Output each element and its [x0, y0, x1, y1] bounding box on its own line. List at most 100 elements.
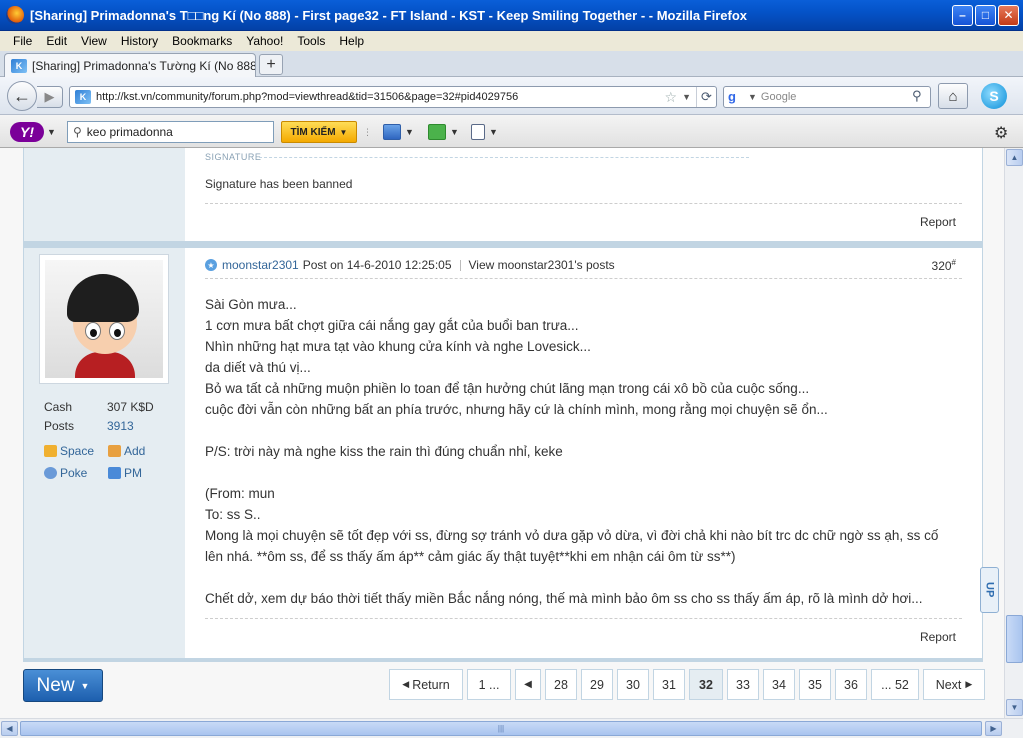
scroll-to-top-button[interactable]: UP	[980, 567, 999, 613]
post-line: Chết dở, xem dự báo thời tiết thấy miền …	[205, 591, 923, 606]
space-link[interactable]: Space	[44, 444, 94, 458]
cash-label: Cash	[44, 400, 73, 414]
scroll-right-arrow-icon[interactable]: ▶	[985, 721, 1002, 736]
mail-dropdown-icon: ▼	[405, 127, 414, 137]
pager-page-35[interactable]: 35	[799, 669, 831, 700]
new-tab-button[interactable]: +	[259, 54, 283, 75]
url-history-dropdown-icon[interactable]: ▼	[682, 92, 691, 102]
minimize-button[interactable]: –	[952, 4, 973, 26]
post-line: To: ss S..	[205, 507, 261, 522]
vertical-scrollbar[interactable]: ▲ ▼	[1004, 148, 1023, 718]
pager-page-36[interactable]: 36	[835, 669, 867, 700]
yahoo-menu-button[interactable]: Y! ▼	[10, 121, 56, 143]
yahoo-search-dropdown-icon: ▼	[339, 127, 348, 137]
maximize-button[interactable]: □	[975, 4, 996, 26]
new-post-label: New	[36, 674, 75, 696]
pm-link[interactable]: PM	[108, 466, 142, 480]
post-content: ★ moonstar2301 Post on 14-6-2010 12:25:0…	[185, 248, 982, 658]
tools-dropdown-icon: ▼	[450, 127, 459, 137]
search-placeholder: Google	[760, 91, 797, 103]
tab-bar: K [Sharing] Primadonna's Tường Kí (No 88…	[0, 51, 1023, 77]
report-link[interactable]: Report	[920, 630, 956, 644]
pager-prev-button[interactable]: ◀	[515, 669, 541, 700]
pager-return-button[interactable]: ◀ Return	[389, 669, 463, 700]
horizontal-scrollbar[interactable]: ◀ ||| ▶	[0, 718, 1023, 738]
yahoo-notepad-button[interactable]: ▼	[471, 123, 498, 141]
yahoo-search-button[interactable]: TÌM KIẾM ▼	[281, 121, 357, 143]
post-line: cuộc đời vẫn còn những bất an phía trước…	[205, 402, 828, 417]
floor-number: 320	[931, 258, 952, 273]
poke-label: Poke	[60, 466, 88, 480]
posts-label: Posts	[44, 419, 75, 433]
yahoo-tools-button[interactable]: ▼	[428, 123, 459, 141]
pager-page-31[interactable]: 31	[653, 669, 685, 700]
avatar[interactable]	[39, 254, 169, 384]
vertical-scroll-thumb[interactable]	[1006, 615, 1023, 663]
forum-post: Cash 307 K$D Posts 3913 Space Add Poke P…	[23, 248, 983, 658]
menu-yahoo[interactable]: Yahoo!	[239, 34, 290, 48]
view-author-posts-link[interactable]: View moonstar2301's posts	[469, 258, 932, 272]
signature-divider	[259, 157, 749, 158]
tab-forum-thread[interactable]: K [Sharing] Primadonna's Tường Kí (No 88…	[4, 53, 256, 77]
notepad-icon	[471, 124, 485, 140]
menu-bookmarks[interactable]: Bookmarks	[165, 34, 239, 48]
menu-tools[interactable]: Tools	[290, 34, 332, 48]
header-dash-divider	[205, 278, 962, 279]
pager-next-button[interactable]: Next ▶	[923, 669, 985, 700]
forward-button[interactable]: ▶	[37, 86, 63, 108]
scroll-up-arrow-icon[interactable]: ▲	[1006, 149, 1023, 166]
puzzle-icon	[428, 124, 446, 140]
horizontal-scroll-thumb[interactable]: |||	[20, 721, 982, 736]
pager-page-last[interactable]: ... 52	[871, 669, 919, 700]
gear-icon[interactable]: ⚙	[994, 123, 1008, 143]
back-button[interactable]: ←	[7, 81, 37, 111]
notepad-dropdown-icon: ▼	[489, 127, 498, 137]
web-search-bar[interactable]: g ▼ Google ⚲	[723, 86, 931, 108]
space-label: Space	[60, 444, 95, 458]
yahoo-search-input[interactable]: ⚲ keo primadonna	[67, 121, 274, 143]
pager-page-28[interactable]: 28	[545, 669, 577, 700]
yahoo-search-icon: ⚲	[73, 125, 82, 139]
add-friend-link[interactable]: Add	[108, 444, 145, 458]
post-line	[205, 567, 962, 588]
reload-icon[interactable]: ⟳	[696, 87, 716, 107]
pager-page-34[interactable]: 34	[763, 669, 795, 700]
author-link[interactable]: moonstar2301	[222, 258, 299, 272]
close-window-button[interactable]: ✕	[998, 4, 1019, 26]
search-engine-dropdown-icon[interactable]: ▼	[748, 92, 757, 102]
bookmark-star-icon[interactable]: ☆	[665, 89, 678, 106]
menu-edit[interactable]: Edit	[39, 34, 74, 48]
scroll-left-arrow-icon[interactable]: ◀	[1, 721, 18, 736]
post-line: Mong là mọi chuyện sẽ tốt đẹp với ss, đừ…	[205, 528, 939, 543]
menu-bar: File Edit View History Bookmarks Yahoo! …	[0, 31, 1023, 51]
posts-count-link[interactable]: 3913	[107, 419, 134, 433]
menu-history[interactable]: History	[114, 34, 165, 48]
url-bar[interactable]: K http://kst.vn/community/forum.php?mod=…	[69, 86, 717, 108]
forward-arrow-icon: ▶	[44, 89, 55, 104]
pager-page-first[interactable]: 1 ...	[467, 669, 511, 700]
pager-page-33[interactable]: 33	[727, 669, 759, 700]
post-line: 1 cơn mưa bất chợt giữa cái nắng gay gắt…	[205, 318, 579, 333]
post-divider	[205, 203, 962, 204]
post-line: (From: mun	[205, 486, 275, 501]
pager-page-30[interactable]: 30	[617, 669, 649, 700]
home-button[interactable]: ⌂	[938, 83, 968, 109]
post-line: lên nhá. **ôm ss, để ss thấy ấm áp** cảm…	[205, 549, 736, 564]
post-separator	[23, 658, 983, 662]
search-icon[interactable]: ⚲	[912, 88, 930, 106]
google-engine-icon[interactable]: g	[728, 89, 744, 105]
skype-button[interactable]: S	[974, 81, 1014, 111]
report-link[interactable]: Report	[920, 215, 956, 229]
new-post-button[interactable]: New ▼	[23, 669, 103, 702]
poke-link[interactable]: Poke	[44, 466, 87, 480]
scroll-down-arrow-icon[interactable]: ▼	[1006, 699, 1023, 716]
menu-view[interactable]: View	[74, 34, 114, 48]
pager-page-29[interactable]: 29	[581, 669, 613, 700]
yahoo-mail-button[interactable]: ▼	[383, 123, 414, 141]
return-arrow-icon: ◀	[402, 679, 410, 689]
next-arrow-icon: ▶	[965, 679, 973, 689]
menu-file[interactable]: File	[6, 34, 39, 48]
menu-help[interactable]: Help	[332, 34, 371, 48]
post-floor-link[interactable]: 320#	[932, 258, 956, 273]
user-sidebar: Cash 307 K$D Posts 3913 Space Add Poke P…	[24, 248, 185, 658]
